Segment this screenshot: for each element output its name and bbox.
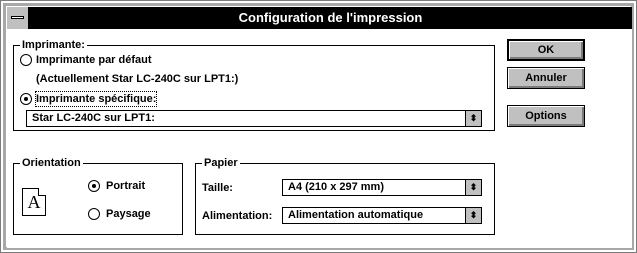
window-title: Configuration de l'impression (238, 10, 423, 25)
printer-group-label: Imprimante: (20, 38, 87, 52)
page-a-icon: A (22, 188, 46, 216)
title-bar[interactable]: Configuration de l'impression (7, 7, 632, 29)
orientation-group-label: Orientation (20, 156, 83, 170)
size-label: Taille: (202, 182, 233, 194)
specific-printer-select[interactable]: Star LC-240C sur LPT1: ⬍ (26, 110, 482, 127)
current-printer-note: (Actuellement Star LC-240C sur LPT1:) (36, 73, 239, 85)
ok-button[interactable]: OK (507, 39, 585, 61)
source-label: Alimentation: (202, 210, 273, 222)
specific-printer-radio[interactable] (20, 93, 32, 105)
paysage-radio[interactable] (88, 208, 100, 220)
portrait-label[interactable]: Portrait (106, 179, 145, 193)
specific-printer-value: Star LC-240C sur LPT1: (32, 112, 155, 124)
print-setup-dialog: Configuration de l'impression Imprimante… (0, 0, 637, 253)
printer-group: Imprimante: Imprimante par défaut (Actue… (13, 38, 495, 131)
orientation-group: Orientation A Portrait Paysage (13, 156, 183, 235)
source-value: Alimentation automatique (288, 209, 424, 221)
system-menu-icon[interactable] (7, 7, 29, 29)
options-button[interactable]: Options (507, 105, 585, 127)
portrait-radio[interactable] (88, 180, 100, 192)
default-printer-radio[interactable] (20, 54, 32, 66)
source-select[interactable]: Alimentation automatique ⬍ (282, 207, 482, 224)
paper-group-label: Papier (202, 156, 240, 170)
paper-group: Papier Taille: A4 (210 x 297 mm) ⬍ Alime… (195, 156, 495, 235)
updown-arrow-icon[interactable]: ⬍ (465, 208, 481, 223)
default-printer-label[interactable]: Imprimante par défaut (36, 53, 152, 67)
dialog-client-area: Imprimante: Imprimante par défaut (Actue… (7, 29, 632, 248)
specific-printer-label[interactable]: Imprimante spécifique: (34, 91, 158, 107)
size-value: A4 (210 x 297 mm) (288, 181, 384, 193)
page-a-icon-letter: A (27, 192, 41, 212)
size-select[interactable]: A4 (210 x 297 mm) ⬍ (282, 179, 482, 196)
updown-arrow-icon[interactable]: ⬍ (465, 111, 481, 126)
paysage-label[interactable]: Paysage (106, 207, 151, 221)
cancel-button[interactable]: Annuler (507, 67, 585, 89)
updown-arrow-icon[interactable]: ⬍ (465, 180, 481, 195)
